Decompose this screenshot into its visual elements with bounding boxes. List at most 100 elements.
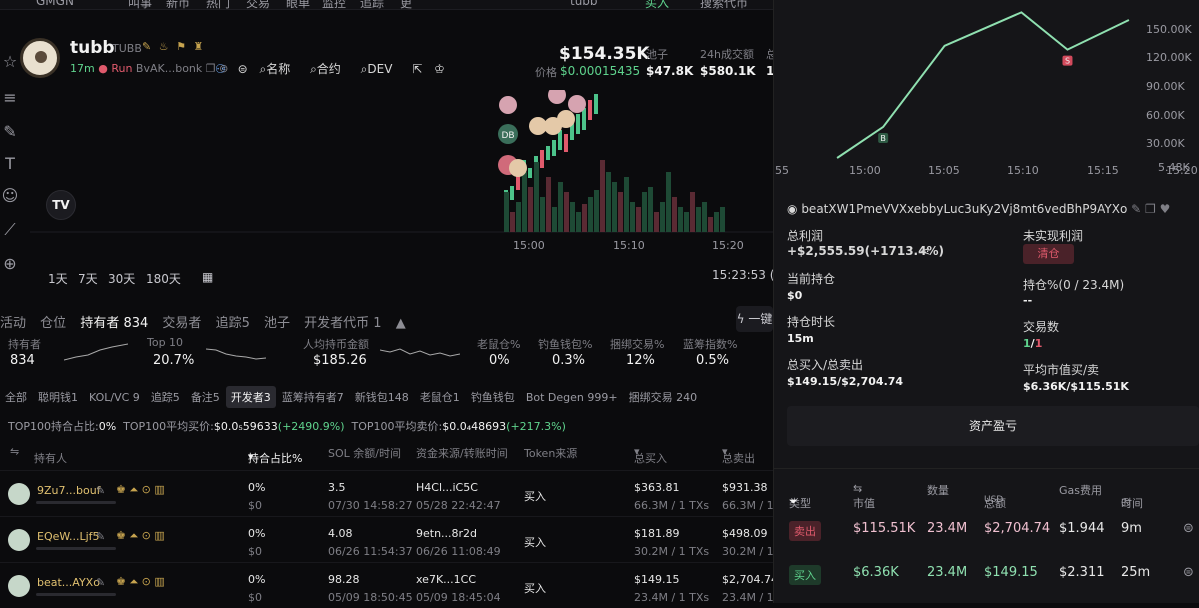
edit-icon[interactable]: ✎ — [96, 530, 105, 543]
token-address[interactable]: BvAK...bonk — [136, 62, 202, 75]
filter-chip[interactable]: 追踪5 — [146, 386, 185, 408]
filter-chip[interactable]: 全部 — [0, 386, 32, 408]
filter-chip[interactable]: 备注5 — [186, 386, 225, 408]
filter-chip[interactable]: KOL/VC 9 — [84, 388, 145, 407]
nav-item[interactable]: 热门 — [206, 0, 230, 9]
nav-item[interactable]: 追踪 — [360, 0, 384, 9]
edit-icon[interactable]: ✎ — [96, 576, 105, 589]
nav-item[interactable]: 新币 — [166, 0, 190, 9]
fire-icon: ♨ — [158, 40, 171, 53]
nav-item[interactable]: 监控 — [322, 0, 346, 9]
star-icon[interactable]: ☆ — [0, 52, 20, 72]
hold-pct-value: -- — [1023, 294, 1033, 307]
col-total-sell[interactable]: 总卖出 ▾ — [722, 445, 755, 465]
nav-item[interactable]: 更 — [400, 0, 412, 9]
col-token-source[interactable]: Token来源 — [524, 445, 577, 461]
tab-tracked[interactable]: 追踪5 — [216, 316, 250, 331]
trader-marker[interactable] — [499, 96, 517, 114]
volume-bar — [522, 172, 527, 232]
list-icon[interactable]: ⊜ — [238, 62, 248, 76]
share-icon[interactable]: ⋖ — [920, 244, 930, 258]
trader-marker[interactable] — [548, 90, 566, 104]
tradingview-logo[interactable]: TV — [46, 190, 76, 220]
volume-bar — [708, 217, 713, 232]
fund-source[interactable]: xe7K...1CC — [416, 573, 476, 586]
search-dev-link[interactable]: ⌕DEV — [361, 62, 401, 76]
table-row[interactable]: 9Zu7...bouf ✎ ♚ ⏶ ⊙ ▥ 0% $0 3.5 07/30 14:58:27… — [0, 470, 784, 516]
holder-name[interactable]: EQeW...Ljf5 — [37, 530, 100, 543]
table-row[interactable]: EQeW...Ljf5 ✎ ♚ ⏶ ⊙ ▥ 0% $0 4.08 06/26 11:54:3… — [0, 516, 784, 562]
filter-chip-active[interactable]: 开发者3 — [225, 386, 276, 408]
search-input[interactable]: 搜索代币 — [700, 0, 748, 9]
search-name-link[interactable]: ⌕名称 — [259, 62, 298, 76]
nav-item[interactable]: 眼单 — [286, 0, 310, 9]
nav-user[interactable]: tubb — [570, 0, 598, 8]
tab-positions[interactable]: 仓位 — [40, 316, 66, 331]
holder-name[interactable]: 9Zu7...bouf — [37, 484, 101, 497]
filter-chip[interactable]: 捆绑交易 240 — [624, 386, 703, 408]
more-icon[interactable]: ⊜ — [1183, 521, 1194, 536]
holder-name[interactable]: beat...AYXo — [37, 576, 100, 589]
nav-logo[interactable]: GMGN — [36, 0, 74, 8]
filter-settings-icon[interactable]: ⇋ — [10, 445, 19, 458]
copy-icon[interactable]: ❐ — [1145, 202, 1156, 216]
one-click-button[interactable]: ϟ 一键 — [736, 306, 773, 332]
trader-marker[interactable] — [568, 95, 586, 113]
zoom-tool-icon[interactable]: ⊕ — [0, 254, 20, 274]
wallet-address[interactable]: beatXW1PmeVVXxebbyLuc3uKy2Vj8mt6vedBhP9A… — [801, 202, 1127, 216]
drawing-toolbar: ☆ ≡ ✎ T ☺ ⟋ ⊕ — [0, 40, 28, 290]
emoji-tool-icon[interactable]: ☺ — [0, 186, 20, 206]
tab-activity[interactable]: 活动 — [0, 316, 26, 331]
tab-traders[interactable]: 交易者 — [162, 316, 201, 331]
fund-source[interactable]: H4Cl...iC5C — [416, 481, 478, 494]
col-amount[interactable]: 数量 — [927, 482, 949, 498]
price-chart[interactable]: DB — [30, 90, 773, 290]
text-tool-icon[interactable]: T — [0, 154, 20, 174]
filter-chip[interactable]: Bot Degen 999+ — [521, 388, 623, 407]
external-link-icon[interactable]: ⇱ — [412, 62, 422, 76]
edit-icon[interactable]: ✎ — [142, 40, 153, 53]
fund-source[interactable]: 9etn...8r2d — [416, 527, 477, 540]
collapse-icon[interactable]: ▲ — [396, 316, 406, 331]
nav-item[interactable]: 叫事 — [128, 0, 152, 9]
filter-chip[interactable]: 钓鱼钱包 — [466, 386, 520, 408]
range-30d[interactable]: 30天 — [108, 270, 135, 287]
tab-holders[interactable]: 持有者 834 — [80, 316, 148, 331]
trade-amount: 23.4M — [927, 565, 968, 580]
trader-marker[interactable] — [509, 159, 527, 177]
filter-chip[interactable]: 新钱包148 — [350, 386, 414, 408]
nav-buy-button[interactable]: 买入 — [645, 0, 669, 9]
holder-avatar — [8, 575, 30, 597]
heart-icon[interactable]: ♥ — [1160, 202, 1171, 216]
range-1d[interactable]: 1天 — [48, 270, 68, 287]
search-contract-link[interactable]: ⌕合约 — [310, 62, 349, 76]
brush-tool-icon[interactable]: ✎ — [0, 122, 20, 142]
edit-icon[interactable]: ✎ — [1131, 202, 1141, 216]
nav-item[interactable]: 交易 — [246, 0, 270, 9]
tab-dev-tokens[interactable]: 开发者代币 1 — [304, 316, 381, 331]
col-sol-balance[interactable]: SOL 余额/时间 — [328, 445, 401, 461]
wallet-trade-row[interactable]: 卖出 $115.51K 23.4M $2,704.74 $1.944 9m ⊜ — [773, 508, 1199, 552]
crown-icon[interactable]: ♔ — [434, 62, 445, 76]
table-row[interactable]: beat...AYXo ✎ ♚ ⏶ ⊙ ▥ 0% $0 98.28 05/09 18:50:… — [0, 562, 784, 608]
filter-chip[interactable]: 老鼠仓1 — [415, 386, 465, 408]
calendar-icon[interactable]: ▦ — [202, 270, 213, 284]
range-7d[interactable]: 7天 — [78, 270, 98, 287]
edit-icon[interactable]: ✎ — [96, 484, 105, 497]
filter-chip[interactable]: 聪明钱1 — [33, 386, 83, 408]
user-icon[interactable]: ⚇ — [215, 62, 226, 76]
wallet-trade-row[interactable]: 买入 $6.36K 23.4M $149.15 $2.311 25m ⊜ — [773, 552, 1199, 596]
col-mcap[interactable]: 市值 ⇆ — [853, 482, 875, 510]
range-180d[interactable]: 180天 — [146, 270, 181, 287]
ruler-tool-icon[interactable]: ⟋ — [0, 220, 20, 240]
filter-chip[interactable]: 蓝筹持有者7 — [277, 386, 349, 408]
tab-pools[interactable]: 池子 — [264, 316, 290, 331]
pnl-button[interactable]: 资产盈亏 — [787, 406, 1199, 446]
col-fund-source[interactable]: 资金来源/转账时间 — [416, 445, 508, 461]
holder-tag-icons: ♚ ⏶ ⊙ ▥ — [116, 529, 165, 542]
col-total-buy[interactable]: 总买入 ▾ — [634, 445, 667, 465]
trader-marker[interactable] — [557, 110, 575, 128]
lines-tool-icon[interactable]: ≡ — [0, 88, 20, 108]
more-icon[interactable]: ⊜ — [1183, 565, 1194, 580]
col-gas[interactable]: Gas费用 — [1059, 482, 1102, 498]
